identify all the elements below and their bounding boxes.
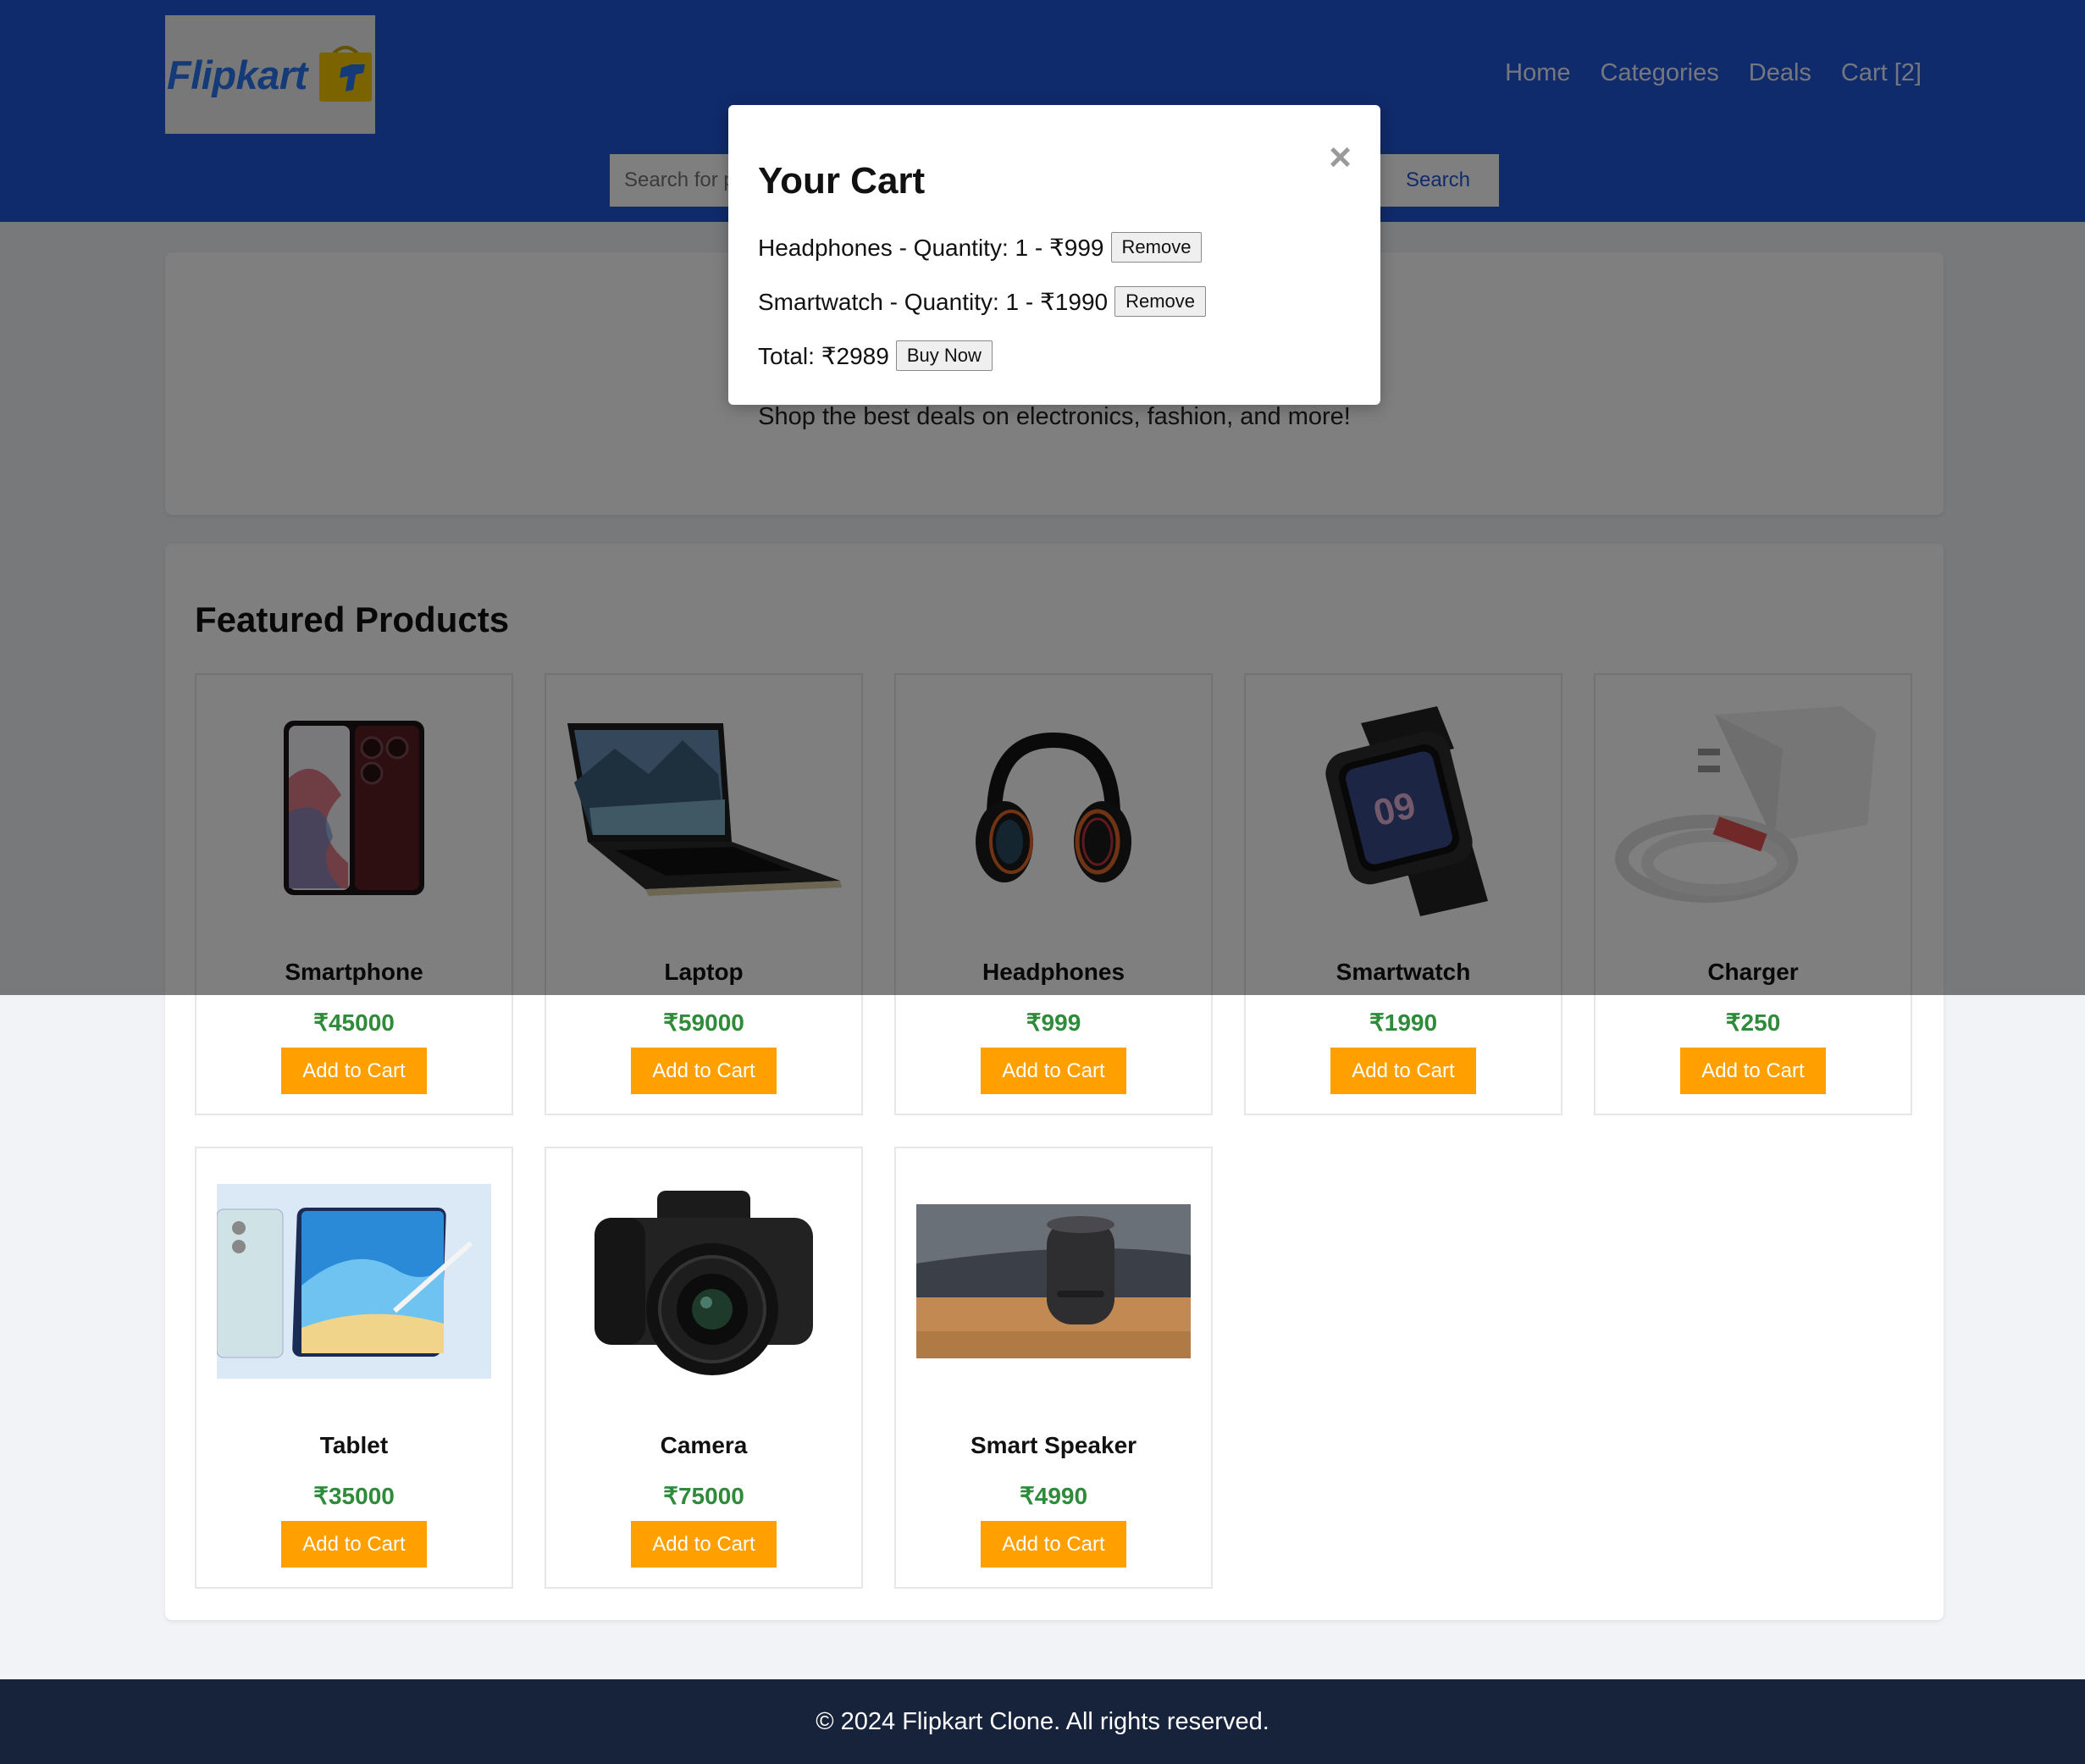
product-name: Tablet [319, 1432, 389, 1458]
cart-item: Smartwatch - Quantity: 1 - ₹1990 Remove [758, 286, 1207, 317]
product-price: ₹4990 [1019, 1483, 1088, 1509]
product-name: Smart Speaker [970, 1432, 1137, 1458]
cart-item-text: Headphones - Quantity: 1 - ₹999 [758, 234, 1104, 261]
cart-total: Total: ₹2989 [758, 342, 889, 369]
cart-total-row: Total: ₹2989 Buy Now [758, 340, 993, 371]
buy-now-button[interactable]: Buy Now [895, 340, 993, 371]
camera-image [546, 1167, 861, 1396]
add-to-cart-button[interactable]: Add to Cart [1680, 1048, 1826, 1094]
add-to-cart-button[interactable]: Add to Cart [981, 1521, 1126, 1568]
cart-item: Headphones - Quantity: 1 - ₹999 Remove [758, 232, 1203, 263]
product-price: ₹59000 [663, 1009, 744, 1036]
tablet-image [196, 1167, 512, 1396]
product-price: ₹999 [1026, 1009, 1081, 1036]
product-price: ₹75000 [663, 1483, 744, 1509]
site-footer: © 2024 Flipkart Clone. All rights reserv… [0, 1679, 2085, 1764]
close-icon[interactable]: × [1329, 137, 1352, 176]
add-to-cart-button[interactable]: Add to Cart [281, 1521, 427, 1568]
product-card: Smart Speaker ₹4990 Add to Cart [894, 1147, 1213, 1589]
add-to-cart-button[interactable]: Add to Cart [1330, 1048, 1476, 1094]
cart-modal: × Your Cart Headphones - Quantity: 1 - ₹… [728, 105, 1380, 405]
add-to-cart-button[interactable]: Add to Cart [631, 1521, 777, 1568]
product-price: ₹35000 [313, 1483, 395, 1509]
product-card: Tablet ₹35000 Add to Cart [195, 1147, 513, 1589]
product-price: ₹1990 [1369, 1009, 1438, 1036]
product-card: Camera ₹75000 Add to Cart [545, 1147, 863, 1589]
add-to-cart-button[interactable]: Add to Cart [281, 1048, 427, 1094]
add-to-cart-button[interactable]: Add to Cart [631, 1048, 777, 1094]
remove-button[interactable]: Remove [1114, 286, 1207, 317]
remove-button[interactable]: Remove [1110, 232, 1203, 263]
smart-speaker-image [896, 1167, 1211, 1396]
product-price: ₹45000 [313, 1009, 395, 1036]
add-to-cart-button[interactable]: Add to Cart [981, 1048, 1126, 1094]
product-name: Camera [660, 1432, 748, 1458]
modal-title: Your Cart [758, 160, 926, 202]
cart-item-text: Smartwatch - Quantity: 1 - ₹1990 [758, 288, 1109, 315]
product-price: ₹250 [1725, 1009, 1781, 1036]
